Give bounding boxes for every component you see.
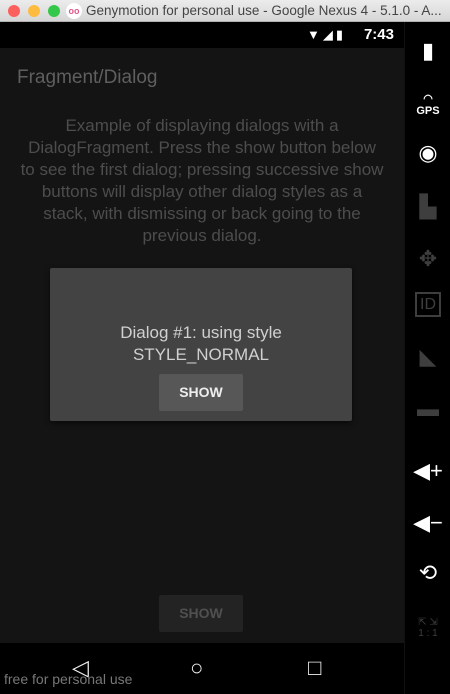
zoom-window-button[interactable] (48, 5, 60, 17)
volume-up-icon[interactable]: ◀+ (405, 458, 450, 484)
dialog-show-button[interactable]: SHOW (159, 374, 243, 411)
show-button[interactable]: SHOW (159, 595, 243, 632)
scale-label: 1 : 1 (418, 628, 438, 639)
close-window-button[interactable] (8, 5, 20, 17)
signal-icon: ◢ (322, 27, 336, 42)
id-icon[interactable]: ID (405, 292, 450, 317)
cast-icon[interactable]: ◣ (405, 344, 450, 370)
window-title: Genymotion for personal use - Google Nex… (86, 3, 442, 18)
battery-charging-icon: ▮ (335, 27, 346, 42)
rotate-icon[interactable]: ⟲ (405, 560, 450, 586)
navigation-bar: ◁ ○ □ free for personal use (0, 643, 404, 694)
page-title: Fragment/Dialog (17, 67, 158, 88)
minimize-window-button[interactable] (28, 5, 40, 17)
sms-icon[interactable]: ▬ (405, 396, 450, 422)
dialog-message: Dialog #1: using style STYLE_NORMAL (50, 322, 352, 366)
volume-down-icon[interactable]: ◀− (405, 510, 450, 536)
battery-icon[interactable]: ▮ (405, 38, 450, 64)
dialog-line-1: Dialog #1: using style (120, 323, 282, 342)
home-button[interactable]: ○ (190, 655, 203, 681)
app-content: Fragment/Dialog Example of displaying di… (0, 48, 404, 643)
genymotion-logo-icon: oo (66, 3, 82, 19)
description-text: Example of displaying dialogs with a Dia… (20, 116, 384, 245)
watermark: free for personal use (4, 671, 133, 687)
genymotion-sidebar: ▮ ◠ GPS ◉ ▙ ✥ ID ◣ ▬ ◀+ ◀− ⟲ ⇱ ⇲ 1 : 1 (404, 22, 450, 694)
gps-label: GPS (416, 105, 440, 117)
window-titlebar: oo Genymotion for personal use - Google … (0, 0, 450, 22)
webcam-icon[interactable]: ◉ (405, 140, 450, 166)
capture-icon[interactable]: ▙ (405, 194, 450, 220)
pixel-perfect-icon[interactable]: ⇱ ⇲ 1 : 1 (405, 617, 450, 639)
recents-button[interactable]: □ (308, 655, 321, 681)
wifi-icon: ▼ (306, 27, 323, 42)
status-bar: ▼◢▮ 7:43 (0, 22, 404, 48)
gps-icon[interactable]: ◠ GPS (405, 92, 450, 117)
dialog: Dialog #1: using style STYLE_NORMAL SHOW (50, 268, 352, 421)
status-time: 7:43 (363, 26, 394, 43)
status-icons: ▼◢▮ (307, 27, 346, 43)
dpad-icon[interactable]: ✥ (405, 246, 450, 272)
dialog-line-2: STYLE_NORMAL (132, 345, 270, 364)
